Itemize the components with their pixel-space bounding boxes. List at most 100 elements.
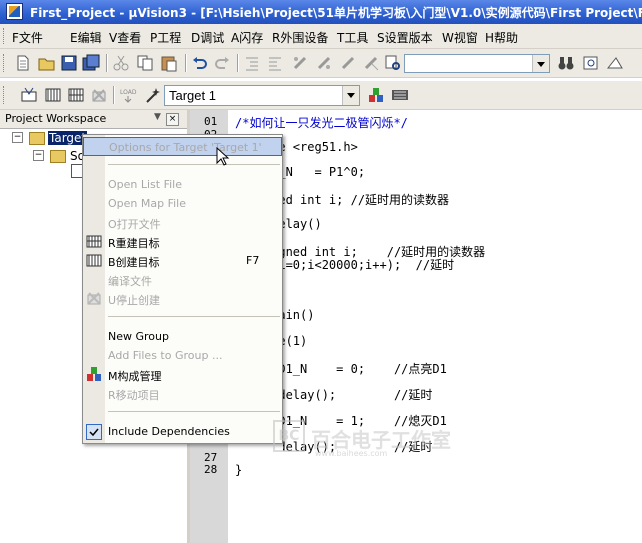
menu-item-open-map-file[interactable]: Open Map File (83, 194, 282, 213)
menu-bar: F文件 E编辑 V查看 P工程 D调试 A闪存 R外围设备 T工具 S设置版本 … (0, 24, 642, 49)
target-select-value: Target 1 (169, 88, 216, 103)
menu-item-remove-item[interactable]: R移动项目 (83, 384, 282, 403)
file-toolbar (0, 49, 642, 78)
menu-item-label: Add Files to Group ... (108, 349, 223, 362)
menu-item-label: U停止创建 (108, 294, 161, 307)
rebuild-all-icon[interactable] (67, 86, 85, 104)
menu-item-include-dependencies[interactable]: Include Dependencies (83, 422, 282, 441)
target-folder-icon (29, 132, 45, 145)
window-title: First_Project - µVision3 - [F:\Hsieh\Pro… (30, 6, 642, 20)
undo-icon[interactable] (191, 54, 209, 72)
menu-item-label: R移动项目 (108, 389, 160, 402)
watermark-url: www.baihees.com (315, 449, 388, 458)
cut-icon[interactable] (112, 54, 130, 72)
incremental-find-icon[interactable] (582, 54, 600, 72)
new-file-icon[interactable] (14, 54, 32, 72)
components-icon (86, 366, 102, 382)
find-combo-arrow[interactable] (532, 55, 549, 72)
menu-svcs[interactable]: S设置版本 (377, 29, 433, 46)
source-group-folder-icon (50, 150, 66, 163)
bookmark-next-icon[interactable] (315, 54, 333, 72)
rebuild-icon (86, 233, 102, 249)
workspace-title: Project Workspace (5, 112, 107, 125)
menu-tools[interactable]: T工具 (337, 29, 368, 46)
menu-item-manage-components[interactable]: M构成管理 (83, 365, 282, 384)
menu-separator (108, 316, 280, 317)
menu-item-add-files-to-group[interactable]: Add Files to Group ... (83, 346, 282, 365)
menu-item-build-target[interactable]: B创建目标 F7 (83, 251, 282, 270)
menu-item-open-list-file[interactable]: Open List File (83, 175, 282, 194)
bookmark-prev-icon[interactable] (339, 54, 357, 72)
toolbar-grip[interactable] (3, 54, 7, 72)
code-line: } (235, 463, 243, 477)
menu-item-new-group[interactable]: New Group (83, 327, 282, 346)
indent-icon[interactable] (243, 54, 261, 72)
toolbar-separator (185, 54, 187, 72)
magic-wand-icon[interactable] (144, 86, 162, 104)
toolbar-separator (237, 54, 239, 72)
menu-peripherals[interactable]: R外围设备 (272, 29, 328, 46)
collapse-icon[interactable]: − (33, 150, 44, 161)
menu-window[interactable]: W视窗 (442, 29, 478, 46)
build-toolbar: LOAD Target 1 (0, 81, 642, 110)
menu-file[interactable]: F文件 (12, 29, 43, 46)
translate-icon[interactable] (20, 86, 38, 104)
title-bar: First_Project - µVision3 - [F:\Hsieh\Pro… (0, 0, 642, 24)
close-icon[interactable]: × (166, 113, 179, 126)
menu-debug[interactable]: D调试 (191, 29, 224, 46)
build-target-icon[interactable] (44, 86, 62, 104)
build-icon (86, 252, 102, 268)
menu-view[interactable]: V查看 (109, 29, 141, 46)
copy-icon[interactable] (136, 54, 154, 72)
context-menu: Options for Target 'Target 1' Open List … (82, 134, 283, 444)
find-combo[interactable] (404, 54, 550, 73)
stop-build-icon[interactable] (90, 86, 108, 104)
menu-item-label: Open Map File (108, 197, 186, 210)
menu-item-rebuild-target[interactable]: R重建目标 (83, 232, 282, 251)
menubar-grip[interactable] (3, 28, 7, 44)
watermark: BC 百合电子工作室 www.baihees.com (273, 418, 473, 458)
save-all-icon[interactable] (82, 54, 100, 72)
menu-item-compile-file[interactable]: 编译文件 (83, 270, 282, 289)
svg-text:LOAD: LOAD (120, 89, 137, 96)
target-select-arrow[interactable] (342, 86, 359, 105)
bookmark-clear-icon[interactable] (362, 54, 380, 72)
menu-item-label: Include Dependencies (108, 425, 230, 438)
dropdown-icon[interactable]: ▼ (154, 112, 161, 122)
menu-item-label: B创建目标 (108, 256, 160, 269)
app-icon[interactable] (6, 3, 23, 20)
menu-help[interactable]: H帮助 (485, 29, 518, 46)
menu-item-label: Open List File (108, 178, 183, 191)
menu-item-label: R重建目标 (108, 237, 160, 250)
browse-icon[interactable] (606, 54, 624, 72)
menu-flash[interactable]: A闪存 (231, 29, 263, 46)
open-folder-icon[interactable] (38, 54, 56, 72)
bookmark-toggle-icon[interactable] (291, 54, 309, 72)
check-icon (86, 424, 102, 440)
toolbar-separator (106, 54, 108, 72)
workspace-header: Project Workspace ▼ × (0, 110, 187, 129)
unindent-icon[interactable] (266, 54, 284, 72)
paste-icon[interactable] (160, 54, 178, 72)
file-extensions-icon[interactable] (391, 86, 409, 104)
menu-item-label: M构成管理 (108, 370, 162, 383)
toolbar-grip[interactable] (3, 86, 7, 104)
binoculars-icon[interactable] (557, 54, 575, 72)
download-icon[interactable]: LOAD (119, 86, 137, 104)
menu-item-label: New Group (108, 330, 169, 343)
mouse-cursor-icon (216, 147, 230, 166)
menu-item-open-file[interactable]: O打开文件 (83, 213, 282, 232)
components-icon[interactable] (367, 86, 385, 104)
toolbar-separator (113, 86, 115, 104)
menu-separator (108, 411, 280, 412)
redo-icon[interactable] (213, 54, 231, 72)
save-icon[interactable] (60, 54, 78, 72)
target-select[interactable]: Target 1 (164, 85, 360, 106)
menu-edit[interactable]: E编辑 (70, 29, 102, 46)
menu-item-options-for-target[interactable]: Options for Target 'Target 1' (83, 137, 282, 156)
line-number: 01 (204, 115, 218, 128)
menu-item-stop-build[interactable]: U停止创建 (83, 289, 282, 308)
menu-project[interactable]: P工程 (150, 29, 181, 46)
find-in-files-icon[interactable] (384, 54, 402, 72)
collapse-icon[interactable]: − (12, 132, 23, 143)
